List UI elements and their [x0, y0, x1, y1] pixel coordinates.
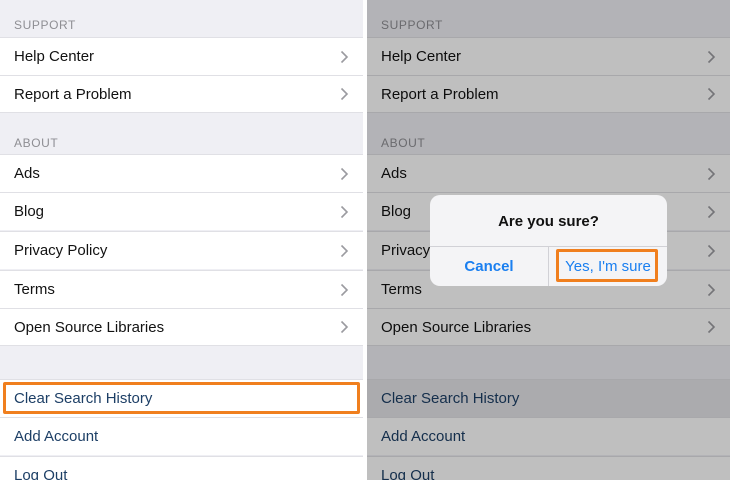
row-open-source-libraries[interactable]: Open Source Libraries	[0, 308, 363, 346]
add-account-button[interactable]: Add Account	[0, 417, 363, 455]
alert-title: Are you sure?	[498, 212, 599, 230]
chevron-right-icon	[337, 50, 351, 64]
chevron-right-icon	[337, 205, 351, 219]
highlight-clear-search-history	[3, 382, 360, 414]
row-label: Log Out	[14, 467, 68, 480]
row-terms[interactable]: Terms	[0, 270, 363, 308]
row-help-center[interactable]: Help Center	[0, 37, 363, 75]
chevron-right-icon	[337, 87, 351, 101]
row-label: Add Account	[14, 428, 99, 445]
row-label: Terms	[14, 281, 55, 298]
row-label: Help Center	[14, 48, 95, 65]
section-header-about: ABOUT	[14, 136, 59, 150]
log-out-button[interactable]: Log Out	[0, 456, 363, 480]
row-ads[interactable]: Ads	[0, 154, 363, 192]
row-label: Privacy Policy	[14, 242, 108, 259]
chevron-right-icon	[337, 320, 351, 334]
cancel-button[interactable]: Cancel	[430, 247, 548, 286]
chevron-right-icon	[337, 244, 351, 258]
row-report-problem[interactable]: Report a Problem	[0, 75, 363, 113]
chevron-right-icon	[337, 283, 351, 297]
row-label: Ads	[14, 165, 40, 182]
highlight-confirm-button	[556, 249, 658, 282]
row-label: Blog	[14, 203, 45, 220]
row-label: Report a Problem	[14, 85, 132, 103]
section-header-support: SUPPORT	[14, 18, 76, 32]
chevron-right-icon	[337, 167, 351, 181]
row-privacy-policy[interactable]: Privacy Policy	[0, 231, 363, 269]
row-label: Open Source Libraries	[14, 318, 165, 336]
row-blog[interactable]: Blog	[0, 192, 363, 230]
